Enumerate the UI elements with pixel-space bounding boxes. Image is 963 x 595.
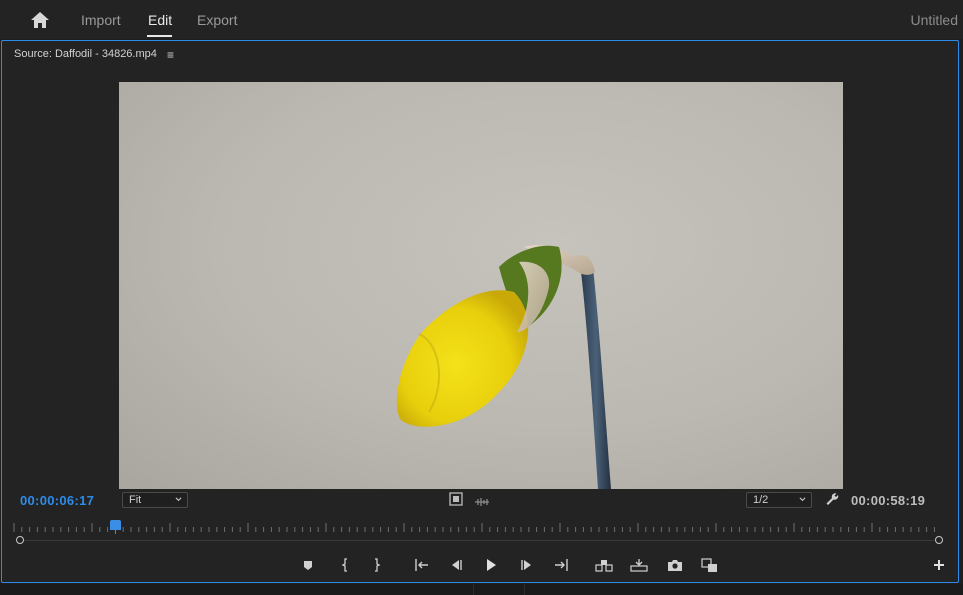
resolution-select-value: 1/2 — [753, 494, 769, 506]
overwrite-icon — [630, 559, 648, 572]
export-frame-icon — [668, 559, 682, 571]
overwrite-button[interactable] — [629, 556, 649, 574]
export-frame-button[interactable] — [665, 556, 685, 574]
duration-timecode: 00:00:58:19 — [851, 493, 926, 508]
mark-in-icon — [341, 558, 347, 572]
panel-menu-icon[interactable]: ≡ — [167, 48, 174, 62]
tab-export[interactable]: Export — [197, 12, 237, 28]
zoom-scrollbar[interactable] — [24, 540, 934, 541]
playhead[interactable] — [110, 520, 122, 534]
tab-edit[interactable]: Edit — [148, 12, 172, 28]
mark-out-icon — [375, 558, 381, 572]
go-to-out-button[interactable] — [551, 556, 571, 574]
step-back-icon — [452, 560, 462, 570]
go-to-out-icon — [555, 559, 568, 571]
play-button[interactable] — [481, 556, 501, 574]
daffodil-frame — [396, 245, 611, 489]
step-forward-button[interactable] — [517, 556, 537, 574]
zoom-select-value: Fit — [129, 494, 142, 506]
button-editor[interactable] — [929, 556, 949, 574]
time-ruler[interactable] — [12, 521, 942, 533]
bottom-panel-edge — [0, 584, 963, 595]
app-header: Import Edit Export Untitled — [0, 0, 963, 39]
current-timecode[interactable]: 00:00:06:17 — [20, 493, 94, 508]
go-to-in-icon — [415, 559, 428, 571]
add-marker-button[interactable] — [298, 556, 318, 574]
project-title: Untitled — [910, 12, 958, 28]
playback-resolution-select[interactable]: 1/2 — [746, 492, 812, 508]
step-back-button[interactable] — [446, 556, 466, 574]
safe-margins-icon[interactable] — [449, 492, 463, 511]
wrench-icon[interactable] — [825, 492, 840, 507]
chevron-down-icon — [175, 497, 182, 502]
add-button-icon — [934, 560, 944, 570]
home-icon[interactable] — [29, 10, 51, 30]
drag-audio-icon[interactable] — [474, 494, 490, 512]
tab-import[interactable]: Import — [81, 12, 121, 28]
scrollbar-left-handle[interactable] — [16, 536, 24, 544]
compare-button[interactable] — [700, 556, 720, 574]
add-marker-icon — [304, 561, 312, 570]
video-preview[interactable] — [119, 82, 843, 489]
compare-icon — [701, 557, 717, 572]
mark-in-button[interactable] — [335, 556, 355, 574]
scrollbar-right-handle[interactable] — [935, 536, 943, 544]
insert-icon — [595, 560, 613, 572]
insert-button[interactable] — [594, 556, 614, 574]
chevron-down-icon — [799, 497, 806, 502]
panel-title[interactable]: Source: Daffodil - 34826.mp4 — [14, 48, 157, 60]
play-icon — [487, 559, 496, 571]
go-to-in-button[interactable] — [412, 556, 432, 574]
zoom-select[interactable]: Fit — [122, 492, 188, 508]
mark-out-button[interactable] — [367, 556, 387, 574]
step-forward-icon — [521, 560, 531, 570]
active-tab-indicator — [147, 35, 172, 37]
